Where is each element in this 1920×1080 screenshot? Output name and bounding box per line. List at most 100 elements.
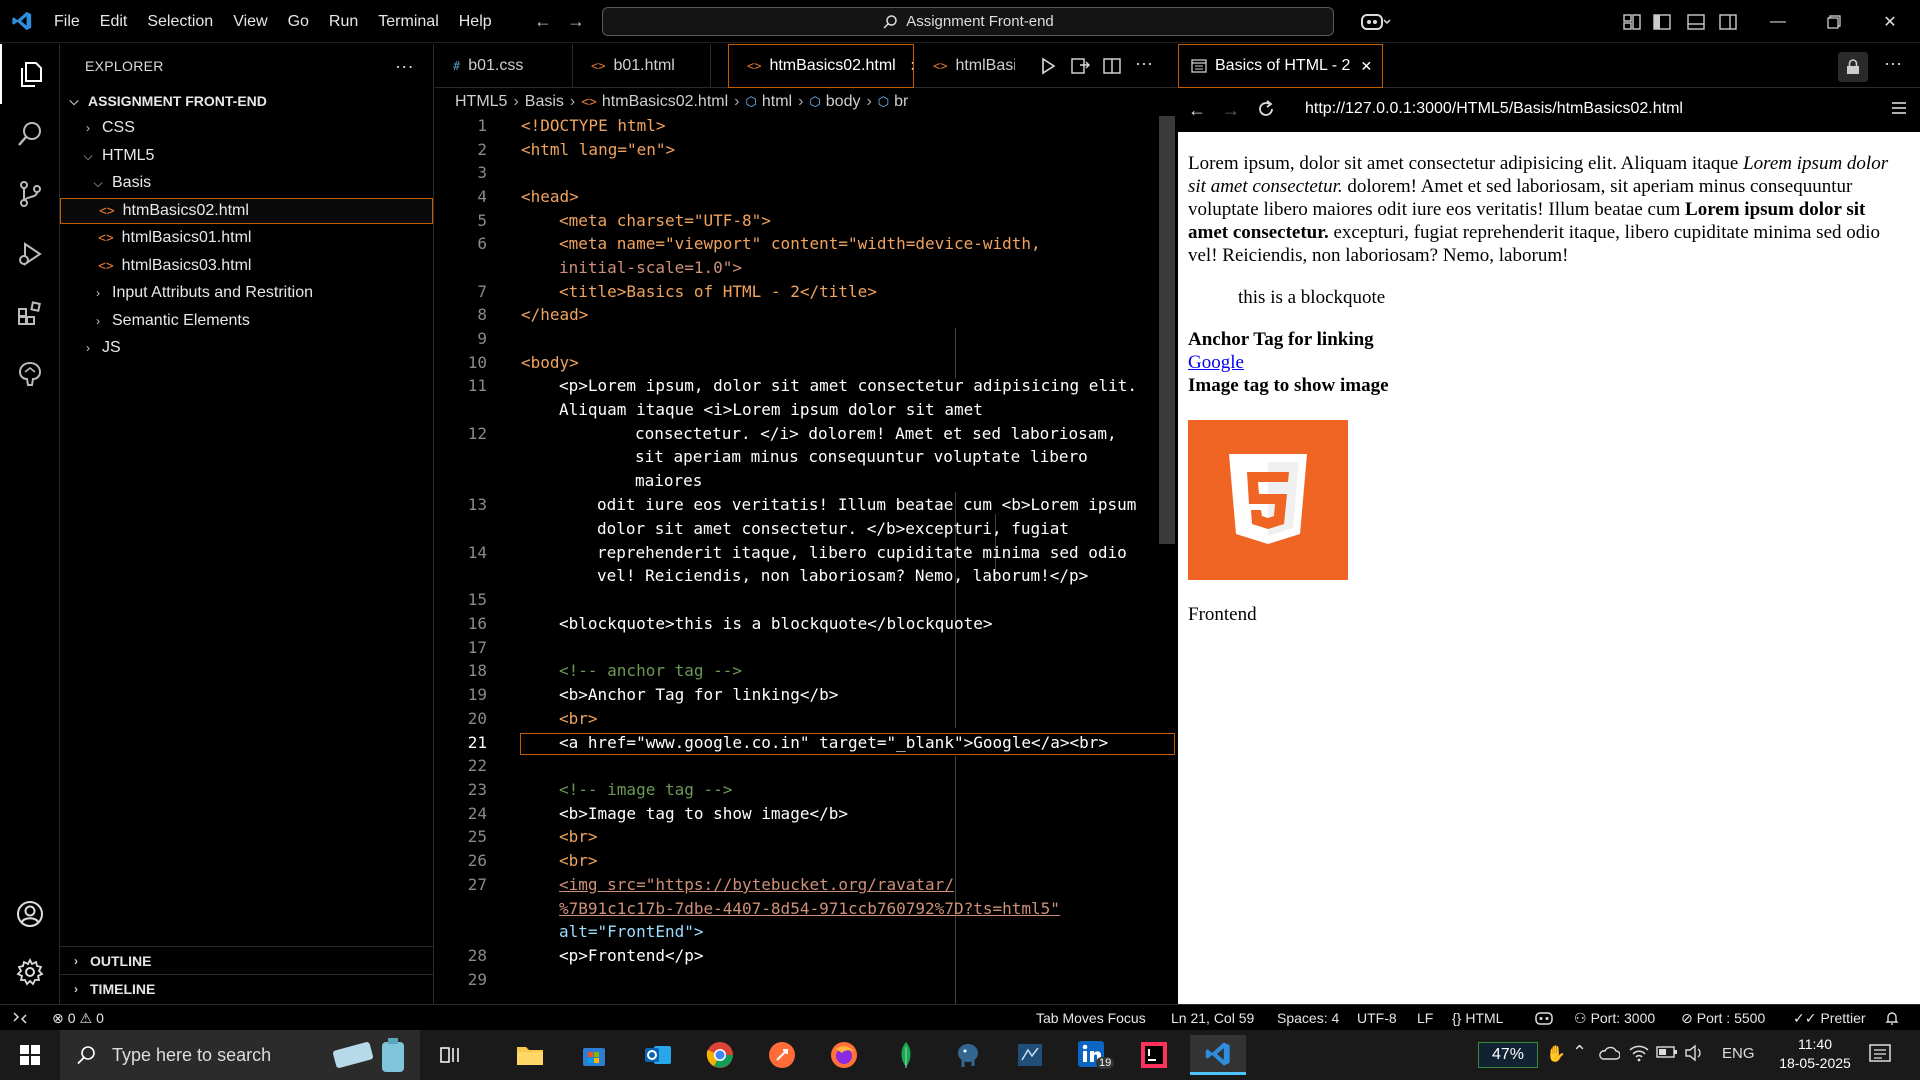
- breadcrumb-item[interactable]: br: [894, 93, 908, 111]
- tree-folder-basis[interactable]: ⌵ Basis: [60, 170, 433, 196]
- forward-arrow-icon[interactable]: →: [558, 0, 594, 43]
- indentation[interactable]: Spaces: 4: [1277, 1005, 1339, 1031]
- breadcrumb-item[interactable]: html: [762, 93, 792, 111]
- input-language[interactable]: ENG: [1722, 1045, 1755, 1062]
- menu-selection[interactable]: Selection: [137, 0, 223, 43]
- code-editor[interactable]: 1 2 3 4 5 6 7 8 9 10 11 12 13 14 15 16 1…: [435, 116, 1177, 1004]
- more-actions-icon[interactable]: ···: [1135, 53, 1153, 74]
- microsoft-store-icon[interactable]: [570, 1035, 618, 1075]
- close-tab-icon[interactable]: ✕: [1360, 58, 1372, 75]
- menu-run[interactable]: Run: [319, 0, 368, 43]
- tab-b01-html[interactable]: <> b01.html: [573, 44, 711, 88]
- open-preview-icon[interactable]: [1071, 57, 1091, 75]
- back-arrow-icon[interactable]: ←: [1188, 100, 1206, 121]
- split-editor-icon[interactable]: [1103, 57, 1121, 75]
- taskbar-search-box[interactable]: Type here to search: [60, 1030, 420, 1080]
- run-play-icon[interactable]: [1039, 57, 1057, 75]
- sql-server-icon[interactable]: [1006, 1035, 1054, 1075]
- hamburger-menu-icon[interactable]: [1890, 100, 1908, 116]
- tree-folder-html5[interactable]: ⌵ HTML5: [60, 143, 433, 169]
- reload-icon[interactable]: [1256, 99, 1276, 119]
- prettier-status[interactable]: ✓✓ Prettier: [1793, 1005, 1866, 1031]
- tab-htmbasics02-html[interactable]: <> htmBasics02.html ✕: [728, 44, 914, 88]
- tree-folder-css[interactable]: › CSS: [60, 115, 433, 141]
- toggle-panel-icon[interactable]: [1684, 10, 1708, 34]
- run-debug-icon[interactable]: [0, 224, 60, 284]
- tree-folder-js[interactable]: › JS: [60, 335, 433, 361]
- chevron-up-icon[interactable]: ⌃: [1572, 1042, 1587, 1063]
- copilot-status-icon[interactable]: [1535, 1005, 1553, 1031]
- breadcrumb-item[interactable]: body: [826, 93, 861, 111]
- tree-folder-semantic-elements[interactable]: › Semantic Elements: [60, 308, 433, 334]
- vscode-taskbar-icon[interactable]: [1190, 1035, 1246, 1075]
- linkedin-icon[interactable]: 19: [1068, 1035, 1116, 1075]
- volume-icon[interactable]: [1684, 1044, 1706, 1062]
- windows-start-icon[interactable]: [6, 1035, 54, 1075]
- wifi-icon[interactable]: [1628, 1044, 1650, 1062]
- postgresql-icon[interactable]: [944, 1035, 992, 1075]
- clock[interactable]: 11:40 18-05-2025: [1770, 1035, 1860, 1073]
- minimize-button[interactable]: —: [1750, 0, 1806, 43]
- breadcrumb-item[interactable]: Basis: [525, 93, 564, 111]
- editor-scrollbar-thumb[interactable]: [1159, 116, 1175, 544]
- lock-icon[interactable]: [1838, 52, 1868, 82]
- extensions-icon[interactable]: [0, 284, 60, 344]
- outlook-icon[interactable]: [634, 1035, 682, 1075]
- problems-indicator[interactable]: ⊗ 0 ⚠ 0: [52, 1005, 104, 1031]
- menu-view[interactable]: View: [223, 0, 277, 43]
- tab-htmlbasics-partial[interactable]: <> htmlBasic: [915, 44, 1015, 88]
- customize-layout-icon[interactable]: [1620, 10, 1644, 34]
- mongodb-icon[interactable]: [882, 1035, 930, 1075]
- tab-preview[interactable]: Basics of HTML - 2 ✕: [1178, 44, 1383, 88]
- preview-google-link[interactable]: Google: [1188, 352, 1244, 373]
- close-window-button[interactable]: ✕: [1862, 0, 1918, 43]
- file-explorer-icon[interactable]: [506, 1035, 554, 1075]
- timeline-section[interactable]: › TIMELINE: [60, 974, 433, 1002]
- remote-indicator-icon[interactable]: [12, 1005, 28, 1031]
- tab-b01-css[interactable]: # b01.css: [435, 44, 573, 88]
- live-server-port-3000[interactable]: ⚇ Port: 3000: [1574, 1005, 1655, 1031]
- source-control-icon[interactable]: [0, 164, 60, 224]
- onedrive-cloud-icon[interactable]: [1598, 1045, 1620, 1061]
- postman-icon[interactable]: [758, 1035, 806, 1075]
- toggle-primary-sidebar-icon[interactable]: [1650, 10, 1674, 34]
- chrome-icon[interactable]: [696, 1035, 744, 1075]
- search-icon[interactable]: [0, 104, 60, 164]
- more-actions-icon[interactable]: ···: [395, 56, 414, 77]
- outline-section[interactable]: › OUTLINE: [60, 946, 433, 974]
- language-mode[interactable]: {} HTML: [1452, 1005, 1503, 1031]
- explorer-files-icon[interactable]: [0, 44, 60, 104]
- accounts-icon[interactable]: [0, 884, 60, 944]
- battery-icon[interactable]: [1656, 1045, 1678, 1059]
- menu-terminal[interactable]: Terminal: [368, 0, 448, 43]
- menu-go[interactable]: Go: [278, 0, 319, 43]
- back-arrow-icon[interactable]: ←: [525, 0, 561, 43]
- intellij-icon[interactable]: [1130, 1035, 1178, 1075]
- touch-icon[interactable]: ✋: [1546, 1044, 1566, 1064]
- tab-moves-focus[interactable]: Tab Moves Focus: [1036, 1005, 1146, 1031]
- breadcrumb-item[interactable]: HTML5: [455, 93, 507, 111]
- breadcrumb-item[interactable]: htmBasics02.html: [602, 93, 728, 111]
- live-server-port-5500[interactable]: ⊘ Port : 5500: [1681, 1005, 1765, 1031]
- remote-explorer-icon[interactable]: [0, 344, 60, 404]
- menu-help[interactable]: Help: [449, 0, 502, 43]
- tree-file-htmbasics02[interactable]: <> htmBasics02.html: [60, 198, 433, 224]
- command-center-search[interactable]: Assignment Front-end: [602, 7, 1334, 36]
- end-of-line[interactable]: LF: [1417, 1005, 1433, 1031]
- notification-center-icon[interactable]: [1868, 1043, 1892, 1065]
- close-tab-icon[interactable]: ✕: [910, 58, 913, 75]
- task-view-icon[interactable]: [426, 1035, 474, 1075]
- forward-arrow-icon[interactable]: →: [1222, 100, 1240, 121]
- preview-url-input[interactable]: http://127.0.0.1:3000/HTML5/Basis/htmBas…: [1305, 100, 1683, 118]
- firefox-icon[interactable]: [820, 1035, 868, 1075]
- tree-folder-input-attributs[interactable]: › Input Attributs and Restrition: [60, 280, 433, 306]
- restore-button[interactable]: [1806, 0, 1862, 43]
- copilot-icon[interactable]: [1356, 10, 1396, 34]
- more-actions-icon[interactable]: ···: [1884, 53, 1902, 74]
- settings-gear-icon[interactable]: [0, 942, 60, 1002]
- menu-edit[interactable]: Edit: [90, 0, 138, 43]
- notifications-bell-icon[interactable]: [1884, 1005, 1900, 1031]
- tree-file-htmlbasics03[interactable]: <> htmlBasics03.html: [60, 253, 433, 279]
- cursor-position[interactable]: Ln 21, Col 59: [1171, 1005, 1254, 1031]
- battery-percentage[interactable]: 47%: [1478, 1042, 1538, 1068]
